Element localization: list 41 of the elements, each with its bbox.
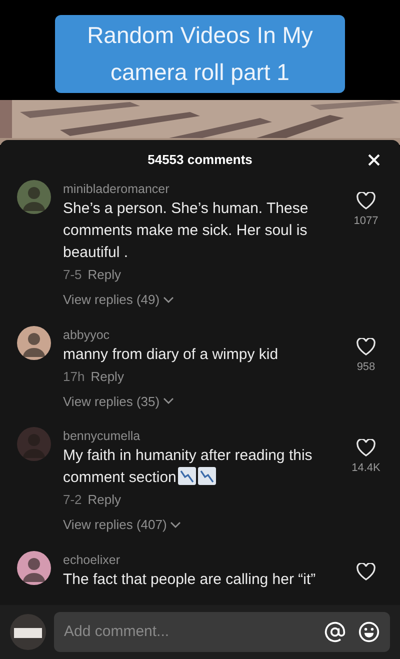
- view-replies-link[interactable]: View replies (49): [63, 290, 160, 310]
- chevron-down-icon[interactable]: [162, 296, 174, 304]
- chevron-down-icon[interactable]: [162, 397, 174, 406]
- view-replies-link[interactable]: View replies (35): [63, 392, 160, 411]
- heart-icon[interactable]: [356, 439, 376, 457]
- comments-count: 54553 comments: [148, 151, 252, 170]
- like-count: 14.4K: [352, 461, 380, 476]
- comment-text: She’s a person. She’s human. These comments make me sick. Her soul is beautiful .: [63, 199, 310, 263]
- username[interactable]: minibladeromancer: [63, 180, 337, 198]
- comment-date: 7-5: [63, 266, 82, 284]
- close-icon[interactable]: [368, 154, 380, 166]
- like-count: 958: [356, 360, 376, 374]
- avatar: [17, 326, 51, 360]
- emoji-icon[interactable]: [358, 621, 380, 643]
- mention-icon[interactable]: [324, 621, 346, 643]
- username[interactable]: bennycumella: [63, 427, 337, 445]
- comment-text: manny from diary of a wimpy kid: [63, 344, 280, 364]
- like-count: 1077: [354, 214, 378, 229]
- chart-down-icon: [198, 467, 216, 485]
- reply-link[interactable]: Reply: [88, 489, 122, 511]
- comment-text: My faith in humanity after reading this comment section: [63, 446, 314, 488]
- avatar: [17, 180, 51, 214]
- comment-date: 7-2: [63, 491, 82, 509]
- comment-text: The fact that people are calling her “it”: [63, 570, 317, 590]
- comment-field[interactable]: Add comment...: [54, 612, 390, 652]
- heart-icon[interactable]: [356, 562, 376, 580]
- comment-input[interactable]: Add comment...: [64, 620, 312, 644]
- heart-icon[interactable]: [356, 192, 376, 210]
- avatar: [17, 550, 51, 584]
- view-replies-link[interactable]: View replies (407): [63, 515, 167, 534]
- username[interactable]: echoelixer: [63, 550, 337, 568]
- username[interactable]: abbyyoc: [63, 326, 337, 344]
- video-caption: Random Videos In My camera roll part 1: [55, 15, 345, 93]
- comment-date: 17h: [63, 368, 85, 386]
- chart-down-icon: [178, 467, 196, 485]
- reply-link[interactable]: Reply: [88, 264, 122, 286]
- reply-link[interactable]: Reply: [90, 366, 124, 388]
- avatar: [17, 427, 51, 461]
- heart-icon[interactable]: [356, 338, 376, 356]
- avatar: [10, 614, 46, 650]
- chevron-down-icon[interactable]: [170, 520, 181, 529]
